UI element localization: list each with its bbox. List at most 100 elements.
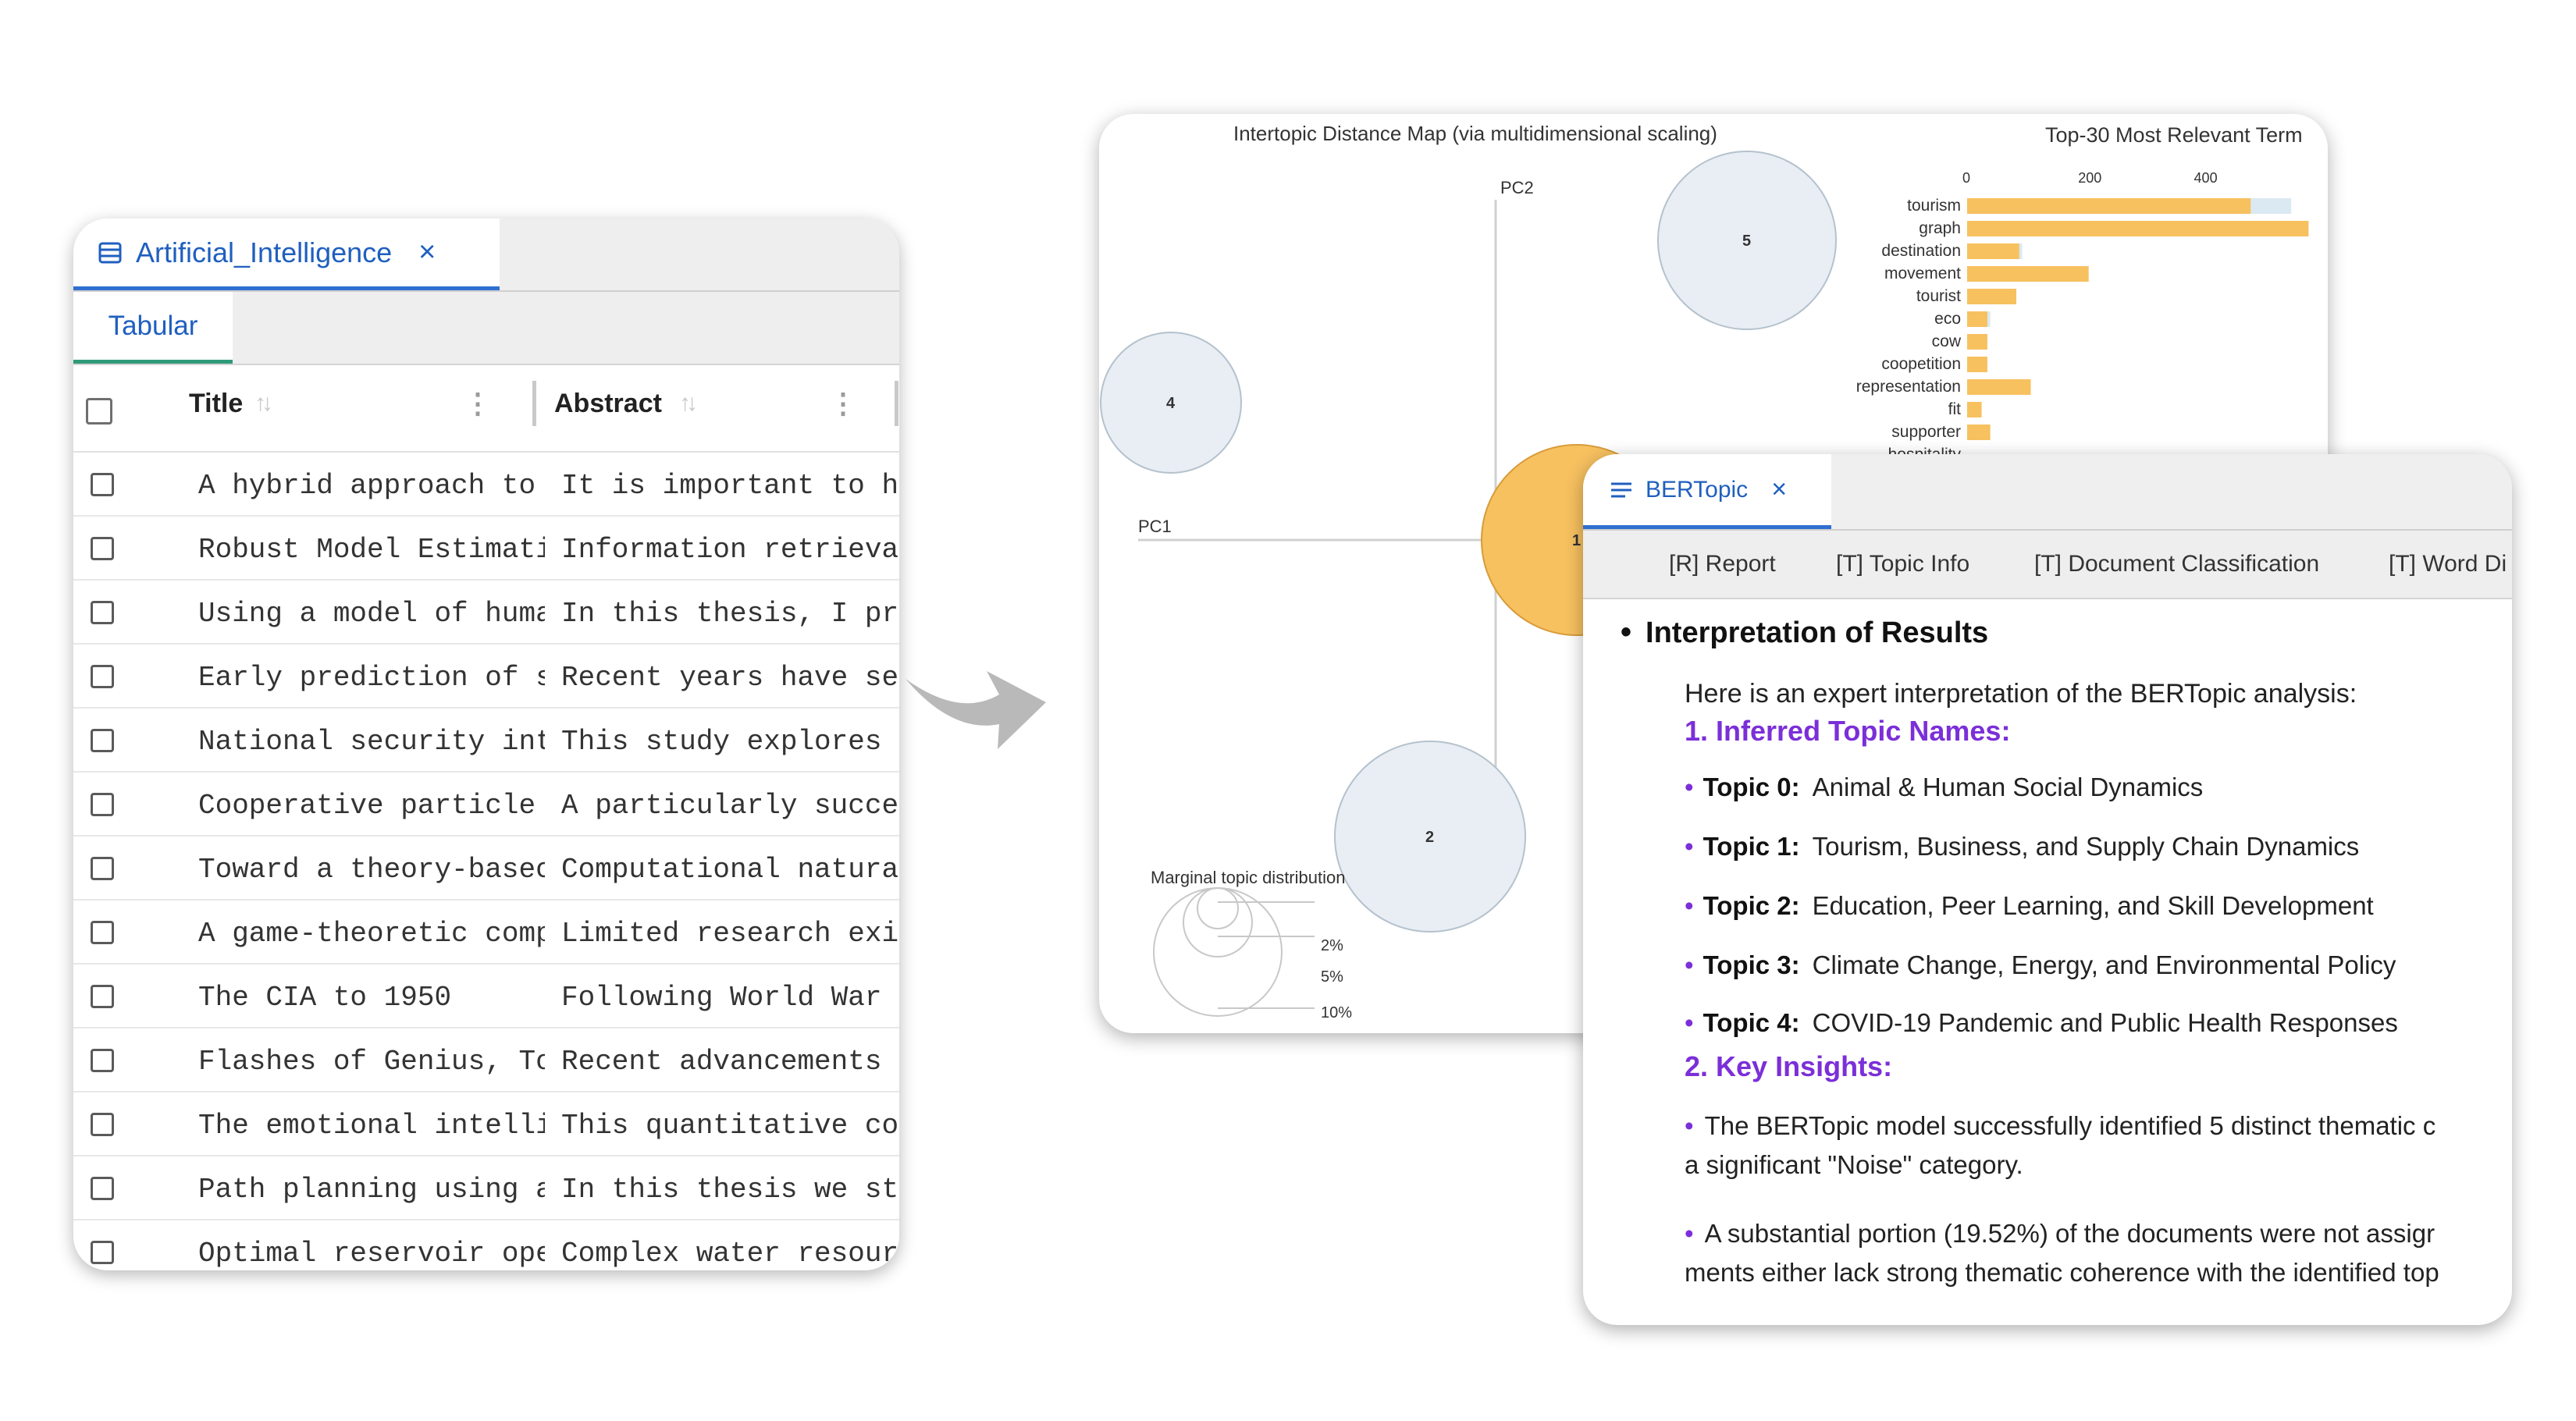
category-label: eco: [1934, 310, 1961, 328]
tab-report[interactable]: [R] Report: [1669, 531, 1776, 598]
column-menu-icon[interactable]: ⋮: [464, 387, 492, 420]
row-checkbox[interactable]: [91, 729, 114, 752]
table-row[interactable]: The CIA to 1950 Following World War I: [73, 965, 899, 1028]
sort-icon[interactable]: ↑↓: [254, 390, 273, 417]
column-menu-icon[interactable]: ⋮: [829, 387, 857, 420]
table-row[interactable]: Early prediction of s Recent years have s…: [73, 645, 899, 709]
close-icon[interactable]: ×: [418, 236, 436, 269]
row-checkbox[interactable]: [91, 921, 114, 944]
tab-document-classification[interactable]: [T] Document Classification: [2034, 531, 2319, 598]
dataset-tab[interactable]: Artificial_Intelligence ×: [73, 218, 500, 290]
bar[interactable]: [1967, 334, 1987, 350]
category-label: tourist: [1916, 287, 1961, 305]
table-row[interactable]: Toward a theory-basec Computational natur…: [73, 837, 899, 901]
table-row[interactable]: A hybrid approach to It is important to h…: [73, 453, 899, 517]
row-checkbox[interactable]: [91, 473, 114, 496]
tab-topic-info[interactable]: [T] Topic Info: [1836, 531, 1969, 598]
topic-name: Climate Change, Energy, and Environmenta…: [1812, 950, 2396, 979]
bullet: •: [1685, 1111, 1694, 1140]
cell-abstract: It is important to ha: [561, 470, 899, 502]
tab-tabular[interactable]: Tabular: [73, 292, 233, 364]
row-checkbox[interactable]: [91, 857, 114, 880]
row-checkbox[interactable]: [91, 537, 114, 560]
bar[interactable]: [1967, 289, 2017, 304]
insight-line: ments either lack strong thematic cohere…: [1685, 1258, 2439, 1287]
topic-item: • Topic 2: Education, Peer Learning, and S…: [1685, 891, 2374, 921]
cell-title: National security int: [198, 726, 545, 758]
cell-abstract: Limited research exis: [561, 918, 899, 950]
category-label: tourism: [1907, 197, 1961, 215]
table-row[interactable]: Using a model of huma In this thesis, I p…: [73, 581, 899, 645]
cell-abstract: Following World War I: [561, 982, 899, 1014]
row-checkbox[interactable]: [91, 1113, 114, 1136]
bullet: •: [1621, 615, 1632, 649]
tab-word-distribution[interactable]: [T] Word Di: [2389, 531, 2507, 598]
category-label: fit: [1948, 400, 1962, 418]
bar[interactable]: [1967, 198, 2251, 214]
bar[interactable]: [1967, 425, 1991, 440]
column-header-title[interactable]: Title: [189, 389, 243, 419]
topic-bubble[interactable]: 4: [1100, 332, 1242, 474]
column-resize-handle[interactable]: [895, 381, 898, 426]
insight-line: • The BERTopic model successfully identif…: [1685, 1107, 2435, 1146]
report-intro: Here is an expert interpretation of the …: [1685, 679, 2357, 709]
cell-abstract: Recent years have see: [561, 662, 899, 694]
topic-name: Education, Peer Learning, and Skill Deve…: [1812, 891, 2374, 920]
topic-name: Animal & Human Social Dynamics: [1812, 773, 2204, 801]
topic-name: COVID-19 Pandemic and Public Health Resp…: [1812, 1008, 2398, 1037]
cell-title: The CIA to 1950: [198, 982, 452, 1014]
bar[interactable]: [1967, 243, 2019, 259]
chart-title: Top-30 Most Relevant Term: [2045, 123, 2303, 147]
topic-bubble[interactable]: 2: [1334, 741, 1526, 933]
table-row[interactable]: National security int This study explores…: [73, 709, 899, 773]
bar[interactable]: [1967, 266, 2089, 282]
column-resize-handle[interactable]: [532, 381, 536, 426]
bar[interactable]: [1967, 221, 2309, 236]
flow-arrow-icon: [906, 671, 1046, 749]
cell-title: Using a model of huma: [198, 598, 545, 630]
row-checkbox[interactable]: [91, 1241, 114, 1264]
bar[interactable]: [1967, 379, 2031, 395]
table-row[interactable]: Cooperative particle A particularly succe…: [73, 773, 899, 837]
row-checkbox[interactable]: [91, 1177, 114, 1200]
table-row[interactable]: Path planning using a In this thesis we s…: [73, 1156, 899, 1220]
row-checkbox[interactable]: [91, 1049, 114, 1072]
cell-title: The emotional intelli: [198, 1110, 545, 1142]
row-checkbox[interactable]: [91, 601, 114, 624]
table-row[interactable]: The emotional intelli This quantitative c…: [73, 1092, 899, 1156]
close-icon[interactable]: ×: [1771, 474, 1787, 505]
bertopic-tab[interactable]: BERTopic ×: [1583, 454, 1831, 529]
cell-abstract: In this thesis, I pre: [561, 598, 899, 630]
column-header-abstract[interactable]: Abstract: [554, 389, 662, 419]
table-header: Title ↑↓ ⋮ Abstract ↑↓ ⋮: [73, 365, 899, 453]
tick-label: 200: [2078, 170, 2101, 186]
bullet: •: [1685, 773, 1694, 801]
pc1-label: PC1: [1138, 517, 1172, 536]
bubble-label: 2: [1425, 829, 1434, 846]
row-checkbox[interactable]: [91, 985, 114, 1008]
bertopic-subtab-bar: [R] Report [T] Topic Info [T] Document C…: [1583, 531, 2512, 599]
category-label: cow: [1932, 332, 1962, 350]
table-row[interactable]: Optimal reservoir ope Complex water resou…: [73, 1220, 899, 1270]
insight-paragraph: • The BERTopic model successfully identif…: [1685, 1107, 2435, 1185]
topic-name: Tourism, Business, and Supply Chain Dyna…: [1812, 832, 2360, 861]
insight-line: • A substantial portion (19.52%) of the d…: [1685, 1214, 2439, 1253]
row-checkbox[interactable]: [91, 793, 114, 816]
bar[interactable]: [1967, 311, 1987, 327]
cell-title: Robust Model Estimati: [198, 534, 545, 566]
dataset-subtab-bar: Tabular: [73, 292, 899, 365]
bubble-label: 1: [1572, 532, 1581, 549]
topic-bubble[interactable]: 5: [1657, 151, 1837, 330]
bar[interactable]: [1967, 402, 1982, 417]
cell-title: Flashes of Genius, To: [198, 1046, 545, 1078]
table-row[interactable]: Flashes of Genius, To Recent advancements…: [73, 1028, 899, 1092]
table-row[interactable]: A game-theoretic comp Limited research ex…: [73, 901, 899, 965]
sort-icon[interactable]: ↑↓: [679, 390, 698, 417]
table-row[interactable]: Robust Model Estimati Information retriev…: [73, 517, 899, 581]
row-checkbox[interactable]: [91, 665, 114, 688]
insight-text: The BERTopic model successfully identifi…: [1704, 1111, 2436, 1140]
cell-title: Early prediction of s: [198, 662, 545, 694]
bar[interactable]: [1967, 357, 1987, 372]
select-all-checkbox[interactable]: [86, 398, 112, 425]
cell-title: A game-theoretic comp: [198, 918, 545, 950]
